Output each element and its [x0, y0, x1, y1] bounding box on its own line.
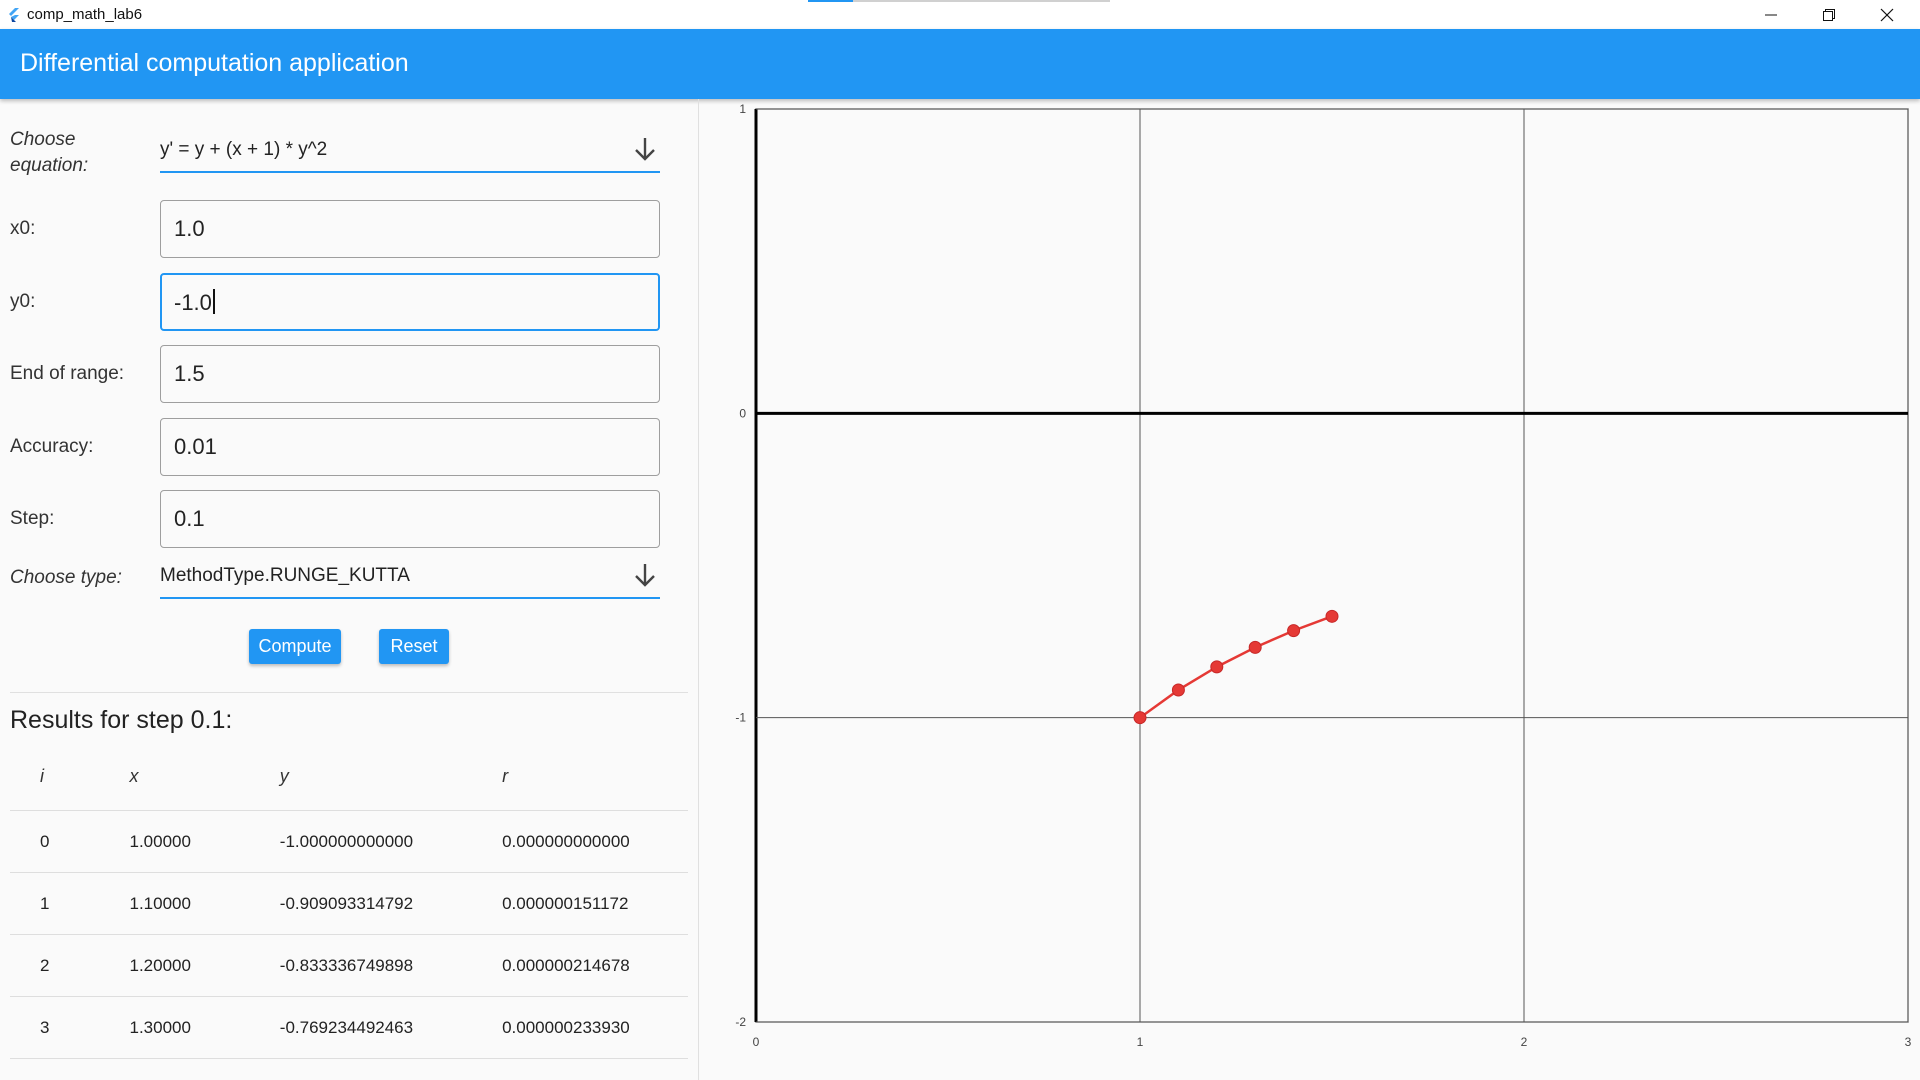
chart-grid [754, 108, 1909, 1023]
minimize-button[interactable] [1742, 0, 1800, 29]
y0-label: y0: [10, 291, 36, 312]
cell-r: 0.000000000000 [501, 810, 688, 873]
y-tick-label: -2 [735, 1015, 746, 1029]
arrow-down-icon [635, 138, 655, 161]
step-input[interactable]: 0.1 [160, 490, 660, 548]
cell-r: 0.000000214678 [501, 934, 688, 997]
column-header-r: r [501, 742, 688, 811]
step-value: 0.1 [174, 506, 205, 531]
end-range-label: End of range: [10, 363, 125, 384]
results-title: Results for step 0.1: [10, 706, 233, 734]
chart-series [1133, 609, 1339, 725]
x0-value: 1.0 [174, 216, 205, 241]
end-range-input[interactable]: 1.5 [160, 345, 660, 403]
x-tick-label: 1 [1137, 1035, 1144, 1049]
close-button[interactable] [1858, 0, 1916, 29]
method-type-label: Choose type: [10, 567, 122, 588]
y-tick-label: 1 [739, 102, 746, 116]
end-range-value: 1.5 [174, 361, 205, 386]
accuracy-value: 0.01 [174, 434, 217, 459]
app-title: Differential computation application [20, 49, 409, 77]
data-point [1171, 683, 1185, 697]
equation-dropdown[interactable]: y' = y + (x + 1) * y^2 [160, 127, 660, 173]
close-icon [1880, 8, 1894, 21]
cell-i: 3 [10, 996, 129, 1059]
results-table: i x y r 0 1.00000 -1.000000000000 0.0000… [10, 742, 688, 1059]
table-row: 3 1.30000 -0.769234492463 0.000000233930 [10, 996, 688, 1059]
step-label: Step: [10, 508, 55, 529]
text-cursor [212, 289, 215, 314]
y-tick-label: 0 [739, 406, 746, 420]
minimize-icon [1765, 14, 1777, 15]
column-header-i: i [10, 742, 129, 811]
data-point [1325, 609, 1339, 623]
data-point [1248, 640, 1262, 654]
cell-i: 0 [10, 810, 129, 873]
x0-input[interactable]: 1.0 [160, 200, 660, 258]
equation-selected-value: y' = y + (x + 1) * y^2 [160, 139, 328, 160]
method-type-dropdown[interactable]: MethodType.RUNGE_KUTTA [160, 553, 660, 599]
loading-bar [808, 0, 1110, 2]
solution-chart: 0 1 2 3 1 0 -1 -2 [735, 102, 1911, 1049]
flutter-logo-icon [9, 8, 19, 22]
cell-r: 0.000000151172 [501, 872, 688, 935]
series-line [1139, 615, 1333, 719]
method-type-selected-value: MethodType.RUNGE_KUTTA [160, 565, 410, 586]
cell-y: -0.833336749898 [278, 934, 502, 997]
compute-button[interactable]: Compute [249, 629, 341, 664]
table-row: 2 1.20000 -0.833336749898 0.000000214678 [10, 934, 688, 997]
table-row: 1 1.10000 -0.909093314792 0.000000151172 [10, 872, 688, 935]
accuracy-label: Accuracy: [10, 436, 94, 457]
cell-x: 1.20000 [128, 934, 279, 997]
y0-input[interactable]: -1.0 [160, 273, 660, 331]
cell-r: 0.000000233930 [501, 996, 688, 1059]
cell-x: 1.30000 [128, 996, 279, 1059]
y0-value: -1.0 [174, 290, 212, 315]
app-bar: Differential computation application [0, 29, 1920, 99]
chart-tick-labels: 0 1 2 3 1 0 -1 -2 [735, 102, 1911, 1049]
input-panel: Choose equation: y' = y + (x + 1) * y^2 … [0, 99, 698, 1080]
data-point [1210, 660, 1224, 674]
table-header-row: i x y r [10, 742, 688, 811]
cell-i: 2 [10, 934, 129, 997]
cell-x: 1.00000 [128, 810, 279, 873]
table-row: 0 1.00000 -1.000000000000 0.000000000000 [10, 810, 688, 873]
window-titlebar: comp_math_lab6 [0, 0, 1920, 30]
restore-button[interactable] [1800, 0, 1858, 29]
equation-label: Choose equation: [10, 129, 89, 176]
cell-y: -1.000000000000 [278, 810, 502, 873]
window-title: comp_math_lab6 [27, 6, 143, 23]
cell-i: 1 [10, 872, 129, 935]
x-tick-label: 0 [753, 1035, 760, 1049]
cell-y: -0.909093314792 [278, 872, 502, 935]
data-point [1133, 711, 1147, 725]
x-tick-label: 3 [1905, 1035, 1912, 1049]
divider [10, 692, 688, 693]
y-tick-label: -1 [735, 711, 746, 725]
plot-border [755, 108, 1909, 1023]
x-tick-label: 2 [1521, 1035, 1528, 1049]
restore-icon [1823, 8, 1835, 21]
cell-y: -0.769234492463 [278, 996, 502, 1059]
column-header-x: x [128, 742, 279, 811]
cell-x: 1.10000 [128, 872, 279, 935]
reset-button[interactable]: Reset [379, 629, 449, 664]
x0-label: x0: [10, 218, 36, 239]
arrow-down-icon [635, 564, 655, 587]
accuracy-input[interactable]: 0.01 [160, 418, 660, 476]
data-point [1287, 624, 1301, 638]
column-header-y: y [278, 742, 502, 811]
